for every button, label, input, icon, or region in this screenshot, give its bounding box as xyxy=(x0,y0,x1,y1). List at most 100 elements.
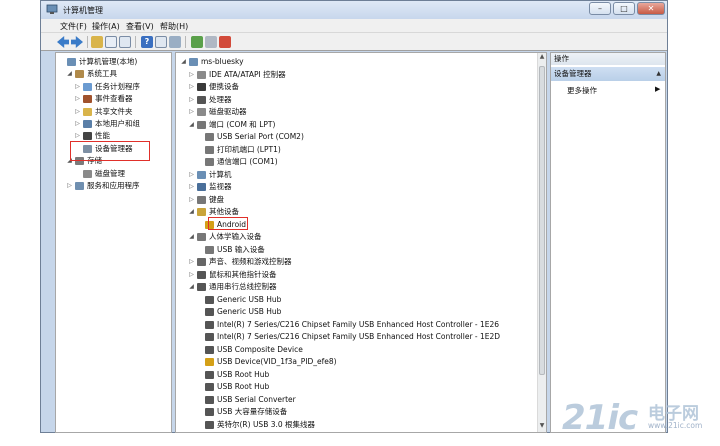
computer-management-window: 计算机管理 – □ ✕ 文件(F) 操作(A) 查看(V) 帮助(H) ? 计算… xyxy=(40,0,668,433)
computer-management-icon xyxy=(46,4,58,14)
device-tree-item-label: 端口 (COM 和 LPT) xyxy=(209,119,276,129)
toolbar: ? xyxy=(41,33,667,51)
services-icon xyxy=(75,182,84,190)
more-actions-link[interactable]: 更多操作 xyxy=(567,85,597,96)
collapsed-arrow-icon[interactable]: ▷ xyxy=(188,169,195,181)
device-tree-item-label: USB Root Hub xyxy=(217,369,270,379)
device-tree-item-label: USB 大容量存储设备 xyxy=(217,407,288,416)
collapsed-arrow-icon[interactable]: ▷ xyxy=(74,118,81,130)
usb-icon xyxy=(197,283,206,291)
window-title: 计算机管理 xyxy=(63,6,103,15)
collapsed-arrow-icon[interactable]: ▷ xyxy=(188,94,195,106)
hid-icon xyxy=(197,233,206,241)
maximize-button[interactable]: □ xyxy=(613,2,635,15)
close-button[interactable]: ✕ xyxy=(637,2,665,15)
collapsed-arrow-icon[interactable]: ▷ xyxy=(188,181,195,193)
scroll-up-arrow-icon[interactable]: ▲ xyxy=(538,53,546,63)
keyboard-icon xyxy=(197,195,206,204)
device-tree-item-label: 人体学输入设备 xyxy=(209,232,262,241)
device-tree-item-label: Intel(R) 7 Series/C216 Chipset Family US… xyxy=(217,319,500,329)
update-driver-icon[interactable] xyxy=(191,36,203,48)
minimize-button[interactable]: – xyxy=(589,2,611,15)
usb-icon xyxy=(205,420,214,429)
performance-icon xyxy=(83,132,92,141)
help-icon[interactable]: ? xyxy=(141,36,153,48)
usb-icon xyxy=(205,370,214,379)
menu-file[interactable]: 文件(F) xyxy=(60,21,87,32)
collapsed-arrow-icon[interactable]: ▷ xyxy=(188,194,195,206)
collapsed-arrow-icon[interactable]: ▷ xyxy=(66,180,73,192)
nav-tree-item-label: 本地用户和组 xyxy=(95,119,140,128)
device-manager-highlight-box xyxy=(70,141,150,161)
device-tree-item-label: Generic USB Hub xyxy=(217,307,282,316)
scroll-thumb[interactable] xyxy=(539,66,545,375)
properties-icon[interactable] xyxy=(155,36,167,48)
expanded-arrow-icon[interactable]: ◢ xyxy=(180,56,187,68)
collapsed-arrow-icon[interactable]: ▷ xyxy=(188,69,195,81)
mouse-icon xyxy=(197,270,206,279)
back-icon[interactable] xyxy=(57,36,69,48)
portable-device-icon xyxy=(197,83,206,91)
device-tree-item-label: USB Serial Port (COM2) xyxy=(217,132,304,141)
uninstall-device-icon[interactable] xyxy=(219,36,231,48)
device-tree-item-label: 便携设备 xyxy=(209,82,239,91)
device-tree-item-label: IDE ATA/ATAPI 控制器 xyxy=(209,69,286,79)
port-icon xyxy=(205,145,214,154)
more-actions-arrow-icon[interactable]: ▶ xyxy=(655,85,660,93)
device-tree-item-label: 键盘 xyxy=(209,194,224,204)
device-tree-item-label: 声音、视频和游戏控制器 xyxy=(209,257,292,266)
android-highlight-box xyxy=(208,217,248,230)
expanded-arrow-icon[interactable]: ◢ xyxy=(188,119,195,131)
device-tree-scrollbar[interactable]: ▲ ▼ xyxy=(537,53,546,432)
usb-icon xyxy=(205,320,214,329)
expanded-arrow-icon[interactable]: ◢ xyxy=(66,68,73,80)
device-tree-pane: ▲ ▼ ◢ ms-bluesky ▷ IDE ATA/ATAPI 控制器 ▷ 便携设备 ▷ 处… xyxy=(175,52,547,433)
more-actions-label: 更多操作 xyxy=(567,86,597,95)
actions-device-manager-label: 设备管理器 xyxy=(554,69,592,78)
disk-icon xyxy=(83,169,92,178)
nav-tree-item-label: 服务和应用程序 xyxy=(87,181,140,190)
expanded-arrow-icon[interactable]: ◢ xyxy=(188,231,195,243)
nav-tree-item-label: 任务计划程序 xyxy=(95,81,140,91)
expanded-arrow-icon[interactable]: ◢ xyxy=(188,281,195,293)
sound-icon xyxy=(197,258,206,266)
collapsed-arrow-icon[interactable]: ▷ xyxy=(188,106,195,118)
device-tree-item-label: Intel(R) 7 Series/C216 Chipset Family US… xyxy=(217,332,501,341)
show-hide-tree-icon[interactable] xyxy=(105,36,117,48)
usb-icon xyxy=(205,395,214,404)
device-tree-item-label: USB Composite Device xyxy=(217,344,303,354)
port-icon xyxy=(205,158,214,166)
collapsed-arrow-icon[interactable]: ▷ xyxy=(188,256,195,268)
device-tree-item-label: 英特尔(R) USB 3.0 根集线器 xyxy=(217,419,316,429)
monitor-icon xyxy=(197,183,206,191)
title-bar: 计算机管理 – □ ✕ xyxy=(41,1,667,19)
collapse-arrow-icon[interactable]: ▲ xyxy=(656,67,661,81)
scan-hardware-icon[interactable] xyxy=(169,36,181,48)
collapsed-arrow-icon[interactable]: ▷ xyxy=(74,93,81,105)
collapsed-arrow-icon[interactable]: ▷ xyxy=(74,81,81,93)
disable-device-icon[interactable] xyxy=(205,36,217,48)
forward-icon[interactable] xyxy=(71,36,83,48)
menu-help[interactable]: 帮助(H) xyxy=(160,21,188,32)
device-tree-item-label: 磁盘驱动器 xyxy=(209,107,247,116)
usb-icon xyxy=(205,383,214,391)
hid-icon xyxy=(205,245,214,254)
usb-icon xyxy=(205,295,214,304)
warning-usb-icon xyxy=(205,358,214,366)
nav-tree-item-label: 系统工具 xyxy=(87,69,117,79)
actions-device-manager[interactable]: 设备管理器 ▲ xyxy=(551,67,665,81)
port-icon xyxy=(205,133,214,141)
up-folder-icon[interactable] xyxy=(91,36,103,48)
expanded-arrow-icon[interactable]: ◢ xyxy=(188,206,195,218)
menu-view[interactable]: 查看(V) xyxy=(126,21,154,32)
collapsed-arrow-icon[interactable]: ▷ xyxy=(74,106,81,118)
console-icon[interactable] xyxy=(119,36,131,48)
collapsed-arrow-icon[interactable]: ▷ xyxy=(188,81,195,93)
device-tree-item-label: 监视器 xyxy=(209,182,232,191)
usb-icon xyxy=(205,408,214,416)
menu-action[interactable]: 操作(A) xyxy=(92,21,120,32)
scroll-down-arrow-icon[interactable]: ▼ xyxy=(538,422,546,432)
other-devices-icon xyxy=(197,208,206,216)
collapsed-arrow-icon[interactable]: ▷ xyxy=(188,269,195,281)
usb-icon xyxy=(205,333,214,341)
